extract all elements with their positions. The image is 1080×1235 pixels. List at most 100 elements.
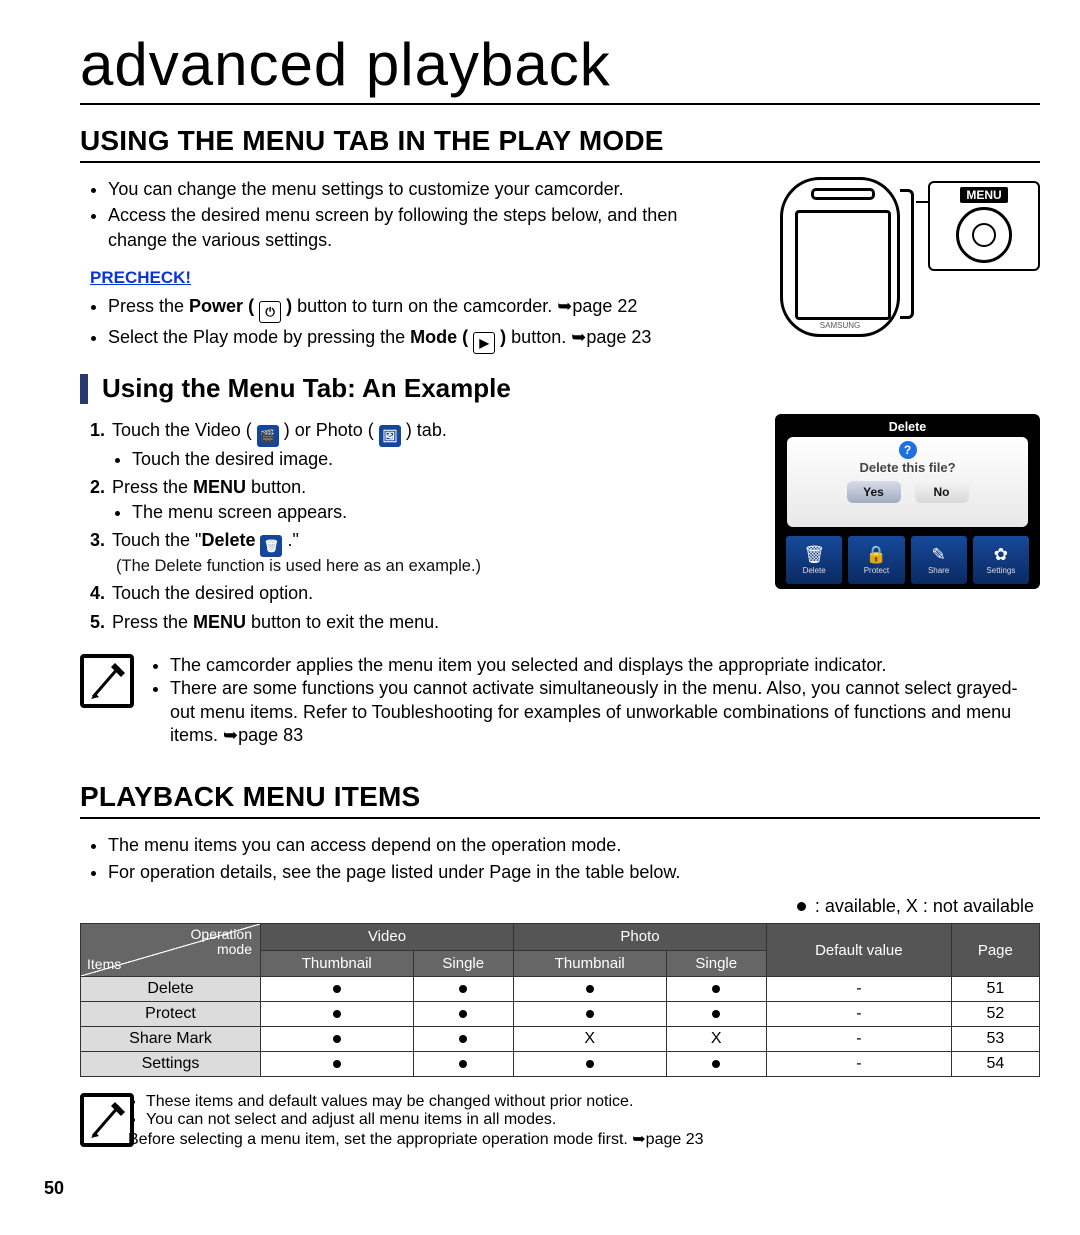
note-item: These items and default values may be ch…	[146, 1093, 704, 1111]
dialog-question: Delete this file?	[859, 460, 955, 475]
trash-icon: 🗑	[804, 545, 824, 565]
cell	[261, 1052, 414, 1077]
diag-bottom-label: Items	[87, 956, 121, 972]
dialog-title: Delete	[779, 420, 1036, 434]
share-icon: ✎	[929, 545, 949, 565]
precheck-item: Select the Play mode by pressing the Mod…	[108, 325, 740, 354]
note-box-1: The camcorder applies the menu item you …	[80, 654, 1040, 748]
cell	[666, 1002, 766, 1027]
table-row: Protect -52	[81, 1002, 1040, 1027]
col-p-thumb: Thumbnail	[514, 950, 667, 977]
cell: -	[767, 1052, 952, 1077]
note-item: The camcorder applies the menu item you …	[170, 654, 1030, 677]
cell: 53	[951, 1027, 1039, 1052]
row-name: Share Mark	[81, 1027, 261, 1052]
note-item: There are some functions you cannot acti…	[170, 677, 1030, 747]
col-photo: Photo	[514, 924, 767, 951]
menu-label: MENU	[960, 187, 1007, 203]
yes-button[interactable]: Yes	[847, 481, 901, 503]
bottom-bar: 🗑Delete 🔒Protect ✎Share ✿Settings	[779, 535, 1036, 585]
section-heading-menu-tab: USING THE MENU TAB IN THE PLAY MODE	[80, 125, 1040, 163]
delete-icon: 🗑	[260, 535, 282, 557]
cell: 54	[951, 1052, 1039, 1077]
precheck-label: PRECHECK!	[90, 268, 191, 288]
device-illustration: SAMSUNG MENU	[760, 177, 1040, 337]
menu-button-icon	[956, 207, 1012, 263]
intro-bullet: The menu items you can access depend on …	[108, 833, 1040, 857]
photo-tab-icon: 🖼	[379, 425, 401, 447]
section-heading-playback-items: PLAYBACK MENU ITEMS	[80, 781, 1040, 819]
cell	[413, 977, 513, 1002]
col-page: Page	[951, 924, 1039, 977]
video-tab-icon: 🎬	[257, 425, 279, 447]
row-name: Settings	[81, 1052, 261, 1077]
cell	[666, 977, 766, 1002]
cell	[514, 977, 667, 1002]
step: Touch the desired option.	[90, 581, 755, 605]
note-item: You can not select and adjust all menu i…	[146, 1111, 704, 1129]
gear-icon: ✿	[991, 545, 1011, 565]
screen-example: Delete ? Delete this file? Yes No ☝ 🗑Del…	[775, 414, 1040, 589]
col-p-single: Single	[666, 950, 766, 977]
bar-settings[interactable]: ✿Settings	[972, 535, 1030, 585]
cell: -	[767, 1002, 952, 1027]
table-legend: : available, X : not available	[80, 896, 1034, 917]
col-v-single: Single	[413, 950, 513, 977]
cell: X	[666, 1027, 766, 1052]
note-box-2: These items and default values may be ch…	[80, 1093, 1040, 1169]
step: Press the MENU button. The menu screen a…	[90, 475, 755, 524]
step-note: (The Delete function is used here as an …	[112, 555, 755, 577]
dot-icon	[797, 902, 806, 911]
intro-bullet: Access the desired menu screen by follow…	[108, 203, 740, 252]
row-name: Protect	[81, 1002, 261, 1027]
cell	[413, 1002, 513, 1027]
no-button[interactable]: No	[915, 481, 969, 503]
diag-top-label: Operation mode	[191, 927, 252, 958]
col-default: Default value	[767, 924, 952, 977]
table-row: Delete -51	[81, 977, 1040, 1002]
info-icon: ?	[899, 441, 917, 459]
note-item: Before selecting a menu item, set the ap…	[128, 1129, 704, 1149]
intro-bullet: You can change the menu settings to cust…	[108, 177, 740, 201]
dialog-box: ? Delete this file? Yes No	[787, 437, 1028, 527]
substep: The menu screen appears.	[132, 500, 755, 524]
bar-share[interactable]: ✎Share	[910, 535, 968, 585]
cell: X	[514, 1027, 667, 1052]
cell	[261, 1027, 414, 1052]
cell: -	[767, 1027, 952, 1052]
mode-icon: ▶	[473, 332, 495, 354]
precheck-item: Press the Power ( ⏻ ) button to turn on …	[108, 294, 740, 323]
col-video: Video	[261, 924, 514, 951]
substep: Touch the desired image.	[132, 447, 755, 471]
playback-intro: The menu items you can access depend on …	[80, 833, 1040, 884]
note-icon	[80, 654, 134, 708]
cell	[666, 1052, 766, 1077]
camcorder-outline: SAMSUNG	[780, 177, 900, 337]
step: Press the MENU button to exit the menu.	[90, 610, 755, 634]
cell: 52	[951, 1002, 1039, 1027]
cell	[261, 977, 414, 1002]
bar-protect[interactable]: 🔒Protect	[847, 535, 905, 585]
step: Touch the Video ( 🎬 ) or Photo ( 🖼 ) tab…	[90, 418, 755, 471]
table-row: Settings -54	[81, 1052, 1040, 1077]
cell	[261, 1002, 414, 1027]
example-steps: Touch the Video ( 🎬 ) or Photo ( 🖼 ) tab…	[80, 418, 755, 634]
intro-bullet: For operation details, see the page list…	[108, 860, 1040, 884]
lock-icon: 🔒	[866, 545, 886, 565]
page-title: advanced playback	[80, 30, 1040, 105]
bar-delete[interactable]: 🗑Delete	[785, 535, 843, 585]
table-row: Share MarkXX-53	[81, 1027, 1040, 1052]
note-icon	[80, 1093, 134, 1147]
step: Touch the "Delete 🗑 ." (The Delete funct…	[90, 528, 755, 577]
cell	[514, 1052, 667, 1077]
playback-menu-table: Operation mode Items Video Photo Default…	[80, 923, 1040, 1077]
menu-button-callout: MENU	[928, 181, 1040, 271]
diag-header: Operation mode Items	[81, 924, 261, 977]
row-name: Delete	[81, 977, 261, 1002]
cell	[413, 1027, 513, 1052]
page-number: 50	[44, 1178, 64, 1199]
cell: 51	[951, 977, 1039, 1002]
cell: -	[767, 977, 952, 1002]
precheck-list: Press the Power ( ⏻ ) button to turn on …	[80, 294, 740, 354]
cell	[514, 1002, 667, 1027]
